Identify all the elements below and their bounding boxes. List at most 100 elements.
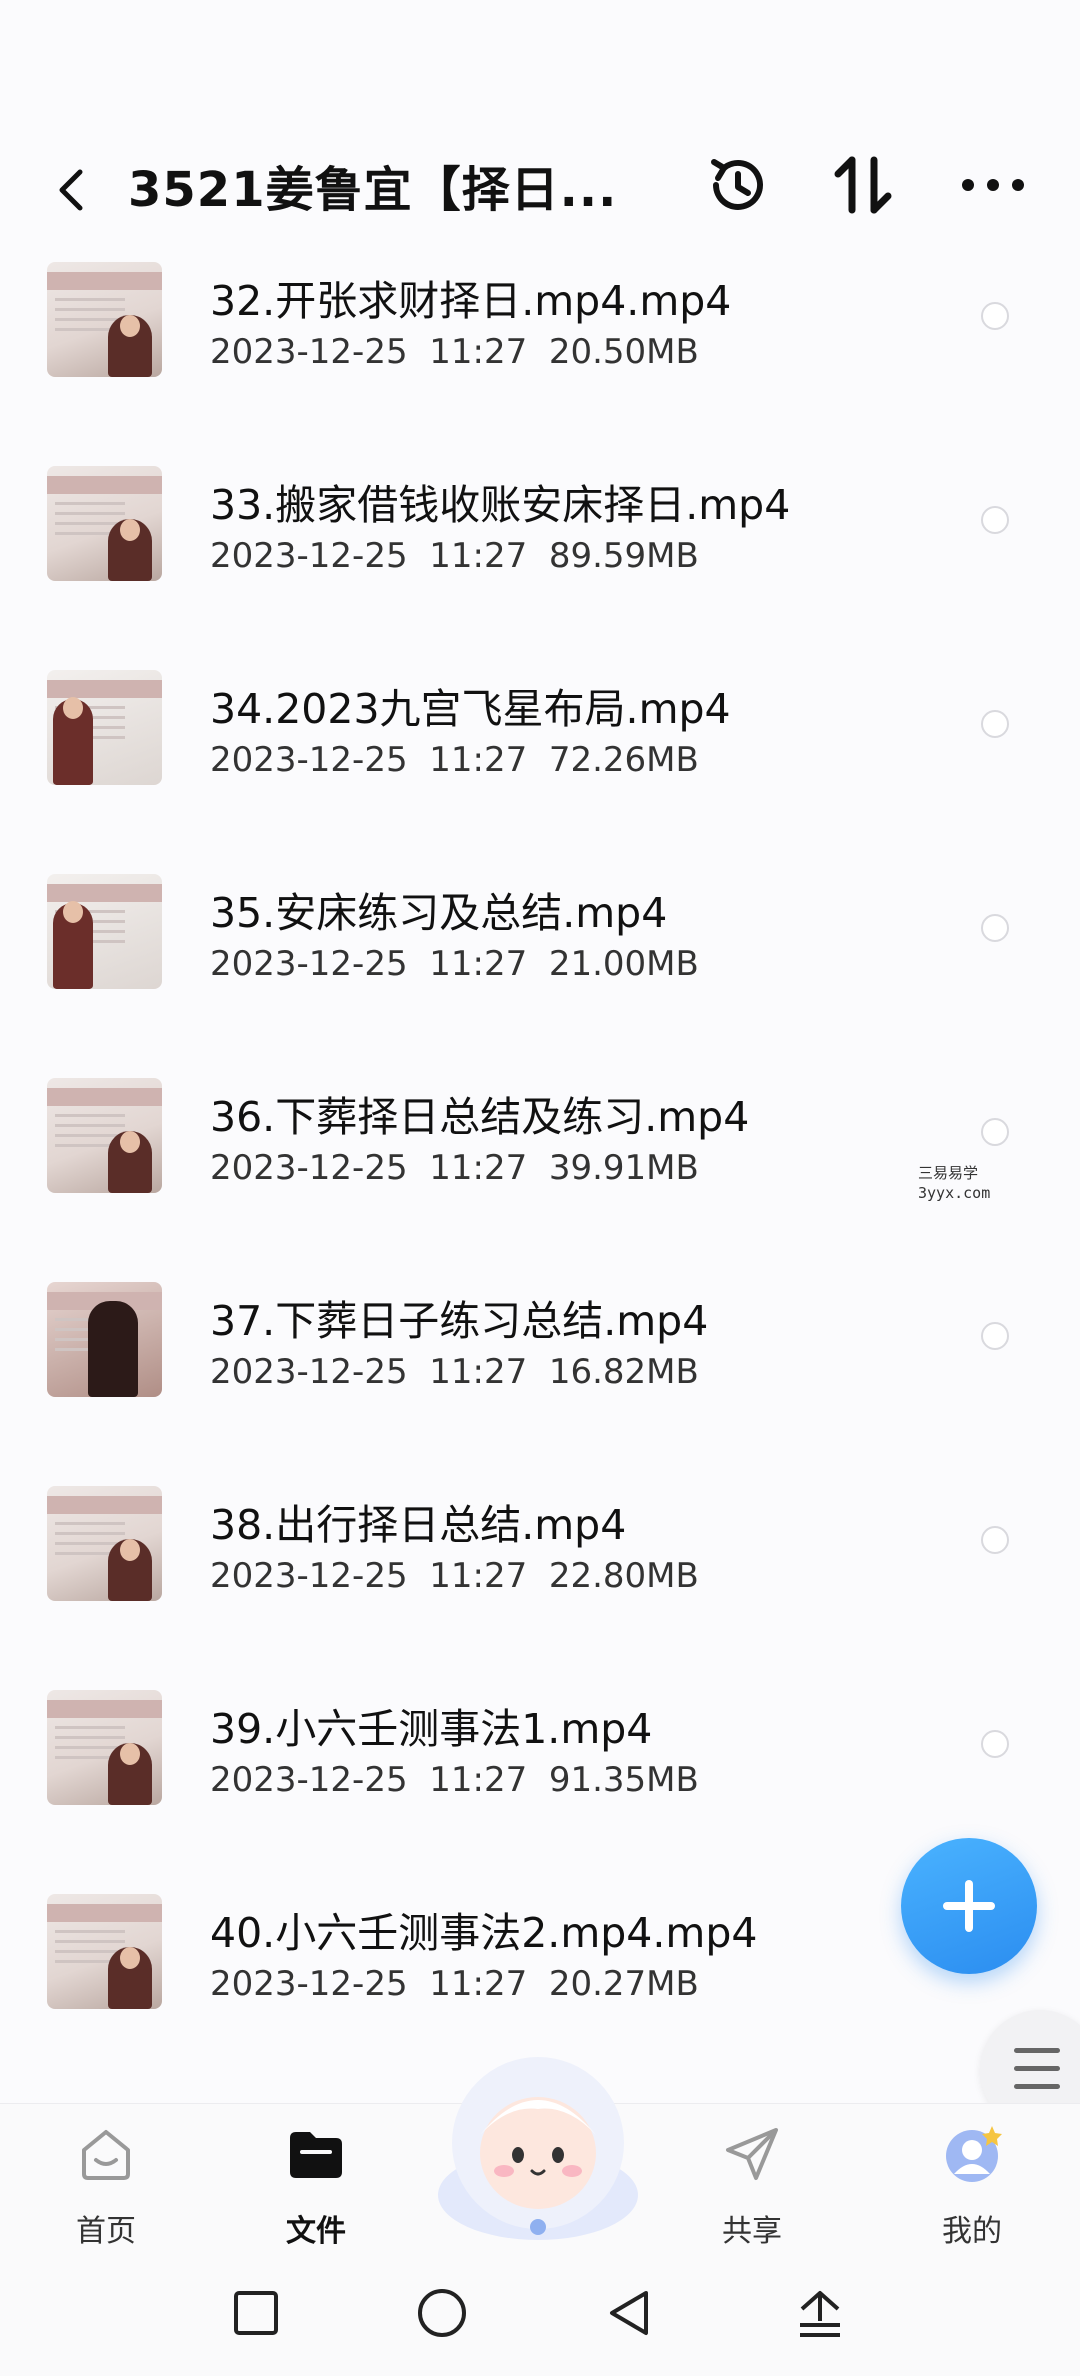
- select-checkbox[interactable]: [981, 710, 1009, 738]
- file-time: 11:27: [429, 1556, 528, 1596]
- menu-line: [1014, 2048, 1060, 2053]
- file-meta: 2023-12-25 11:27 20.27MB: [210, 1964, 699, 2004]
- file-name: 36.下葬择日总结及练习.mp4: [210, 1093, 750, 1141]
- file-size: 89.59MB: [548, 536, 699, 576]
- file-name: 37.下葬日子练习总结.mp4: [210, 1297, 709, 1345]
- file-meta: 2023-12-25 11:27 72.26MB: [210, 740, 699, 780]
- tab-share[interactable]: 共享: [682, 2114, 822, 2254]
- more-options-icon[interactable]: [958, 150, 1028, 220]
- file-date: 2023-12-25: [210, 1760, 408, 1800]
- file-meta: 2023-12-25 11:27 89.59MB: [210, 536, 699, 576]
- top-app-bar: 3521姜鲁宜【择日...: [0, 120, 1080, 250]
- file-meta: 2023-12-25 11:27 21.00MB: [210, 944, 699, 984]
- file-name: 34.2023九宫飞星布局.mp4: [210, 685, 731, 733]
- profile-icon: [946, 2126, 1002, 2182]
- file-size: 39.91MB: [548, 1148, 699, 1188]
- file-date: 2023-12-25: [210, 332, 408, 372]
- select-checkbox[interactable]: [981, 914, 1009, 942]
- select-checkbox[interactable]: [981, 506, 1009, 534]
- select-checkbox[interactable]: [981, 1118, 1009, 1146]
- file-time: 11:27: [429, 1352, 528, 1392]
- file-date: 2023-12-25: [210, 944, 408, 984]
- select-checkbox[interactable]: [981, 302, 1009, 330]
- video-thumbnail: [47, 262, 162, 377]
- tab-files[interactable]: 文件: [246, 2114, 386, 2254]
- page-title: 3521姜鲁宜【择日...: [128, 162, 618, 218]
- sort-icon[interactable]: [828, 150, 898, 220]
- file-name: 38.出行择日总结.mp4: [210, 1501, 627, 1549]
- file-date: 2023-12-25: [210, 1352, 408, 1392]
- watermark-line2: 3yyx.com: [918, 1184, 991, 1202]
- keyboard-toggle-icon[interactable]: [792, 2285, 848, 2341]
- video-thumbnail: [47, 874, 162, 989]
- file-row[interactable]: 34.2023九宫飞星布局.mp4 2023-12-25 11:27 72.26M…: [0, 670, 1080, 874]
- file-date: 2023-12-25: [210, 536, 408, 576]
- file-time: 11:27: [429, 332, 528, 372]
- tab-label: 我的: [942, 2214, 1002, 2249]
- file-time: 11:27: [429, 1760, 528, 1800]
- file-size: 16.82MB: [548, 1352, 699, 1392]
- file-name: 33.搬家借钱收账安床择日.mp4: [210, 481, 791, 529]
- file-date: 2023-12-25: [210, 1556, 408, 1596]
- home-circle-icon[interactable]: [414, 2285, 470, 2341]
- tab-profile[interactable]: 我的: [902, 2114, 1042, 2254]
- video-thumbnail: [47, 1894, 162, 2009]
- file-size: 21.00MB: [548, 944, 699, 984]
- file-size: 20.27MB: [548, 1964, 699, 2004]
- recents-square-icon[interactable]: [228, 2285, 284, 2341]
- file-time: 11:27: [429, 1964, 528, 2004]
- history-icon[interactable]: [702, 150, 772, 220]
- file-meta: 2023-12-25 11:27 39.91MB: [210, 1148, 699, 1188]
- file-size: 22.80MB: [548, 1556, 699, 1596]
- video-thumbnail: [47, 1486, 162, 1601]
- plus-icon-v: [965, 1880, 973, 1932]
- tab-label: 文件: [286, 2214, 346, 2249]
- file-row[interactable]: 37.下葬日子练习总结.mp4 2023-12-25 11:27 16.82MB: [0, 1282, 1080, 1486]
- file-time: 11:27: [429, 944, 528, 984]
- select-checkbox[interactable]: [981, 1322, 1009, 1350]
- back-arrow-icon[interactable]: [48, 160, 94, 220]
- tab-label: 共享: [722, 2214, 782, 2249]
- file-row[interactable]: 38.出行择日总结.mp4 2023-12-25 11:27 22.80MB: [0, 1486, 1080, 1690]
- back-triangle-icon[interactable]: [602, 2285, 658, 2341]
- select-checkbox[interactable]: [981, 1730, 1009, 1758]
- file-size: 91.35MB: [548, 1760, 699, 1800]
- file-row[interactable]: 32.开张求财择日.mp4.mp4 2023-12-25 11:27 20.50M…: [0, 262, 1080, 466]
- file-meta: 2023-12-25 11:27 91.35MB: [210, 1760, 699, 1800]
- file-name: 40.小六壬测事法2.mp4.mp4: [210, 1909, 758, 1957]
- file-meta: 2023-12-25 11:27 20.50MB: [210, 332, 699, 372]
- file-size: 20.50MB: [548, 332, 699, 372]
- home-icon: [82, 2130, 130, 2180]
- video-thumbnail: [47, 466, 162, 581]
- system-navigation-bar: [0, 2253, 1080, 2376]
- file-name: 32.开张求财择日.mp4.mp4: [210, 277, 732, 325]
- file-time: 11:27: [429, 536, 528, 576]
- share-plane-icon: [726, 2128, 778, 2180]
- file-row[interactable]: 33.搬家借钱收账安床择日.mp4 2023-12-25 11:27 89.59M…: [0, 466, 1080, 670]
- file-row[interactable]: 35.安床练习及总结.mp4 2023-12-25 11:27 21.00MB: [0, 874, 1080, 1078]
- video-thumbnail: [47, 670, 162, 785]
- video-thumbnail: [47, 1690, 162, 1805]
- file-name: 35.安床练习及总结.mp4: [210, 889, 668, 937]
- add-button[interactable]: [901, 1838, 1037, 1974]
- file-date: 2023-12-25: [210, 1964, 408, 2004]
- file-date: 2023-12-25: [210, 740, 408, 780]
- file-meta: 2023-12-25 11:27 22.80MB: [210, 1556, 699, 1596]
- file-meta: 2023-12-25 11:27 16.82MB: [210, 1352, 699, 1392]
- file-time: 11:27: [429, 1148, 528, 1188]
- tab-home[interactable]: 首页: [36, 2114, 176, 2254]
- file-time: 11:27: [429, 740, 528, 780]
- file-date: 2023-12-25: [210, 1148, 408, 1188]
- watermark-line1: 三易易学: [918, 1164, 979, 1182]
- folder-icon: [290, 2132, 342, 2178]
- watermark: 三易易学 3yyx.com: [918, 1163, 990, 1203]
- select-checkbox[interactable]: [981, 1526, 1009, 1554]
- file-size: 72.26MB: [548, 740, 699, 780]
- video-thumbnail: [47, 1078, 162, 1193]
- menu-line: [1014, 2084, 1060, 2089]
- mascot-avatar[interactable]: [428, 2045, 648, 2245]
- tab-label: 首页: [76, 2214, 136, 2249]
- file-name: 39.小六壬测事法1.mp4: [210, 1705, 653, 1753]
- video-thumbnail: [47, 1282, 162, 1397]
- menu-line: [1014, 2066, 1060, 2071]
